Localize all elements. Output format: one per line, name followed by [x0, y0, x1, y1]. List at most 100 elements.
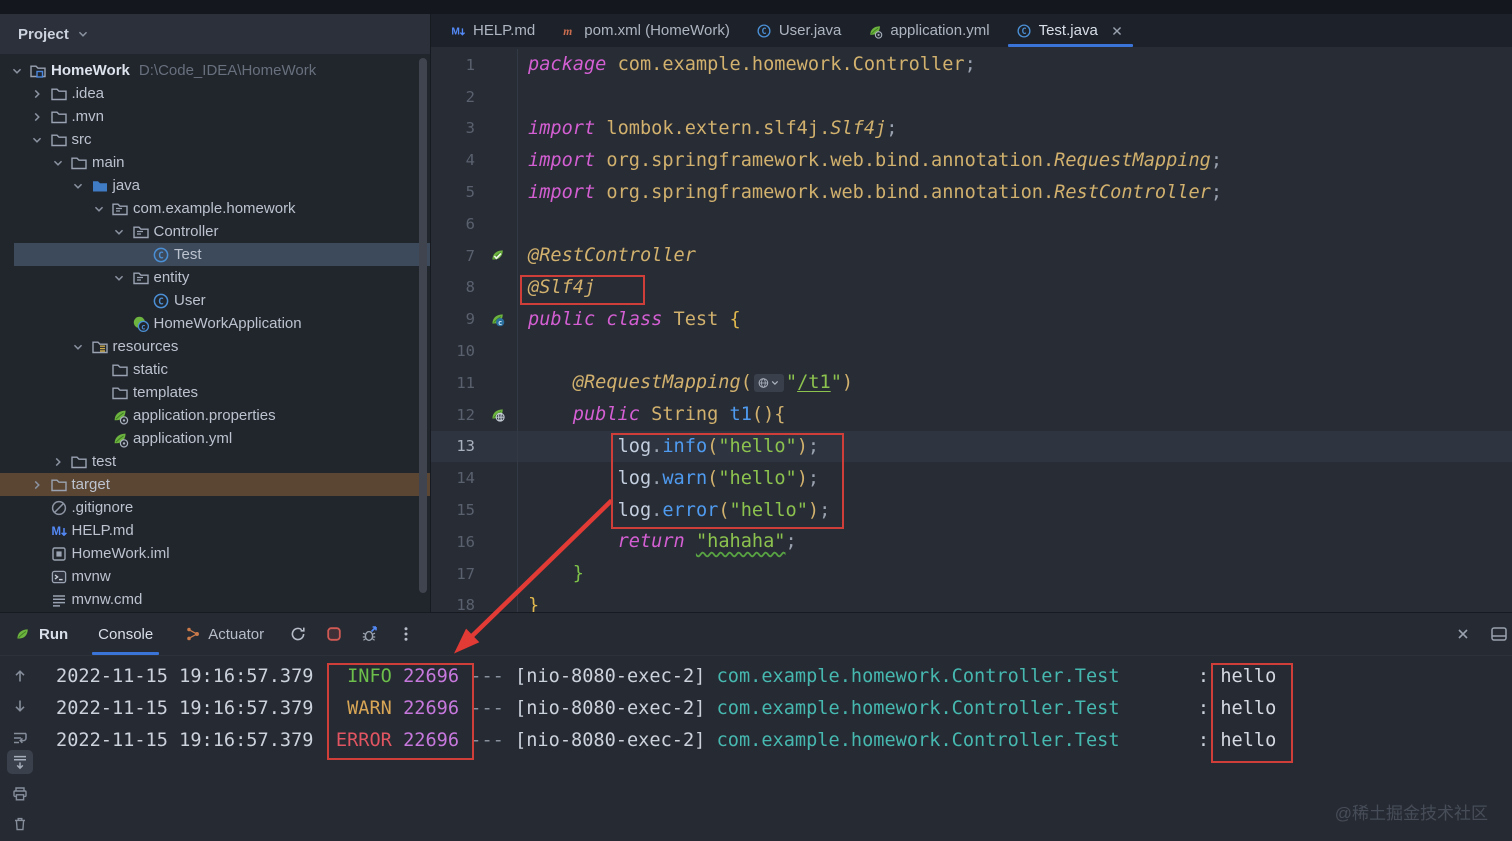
code-line-12[interactable]: 12 public String t1(){	[431, 398, 1512, 431]
scroll-to-end-icon[interactable]	[7, 750, 33, 774]
tree-item-.idea[interactable]: .idea	[0, 82, 430, 105]
code-line-16[interactable]: 16 return "hahaha";	[431, 525, 1512, 558]
chevron-down-icon[interactable]	[88, 201, 109, 217]
editor-tab-User.java[interactable]: C User.java	[743, 14, 855, 47]
close-icon[interactable]	[1109, 23, 1125, 39]
spring-mapping-gutter-icon[interactable]	[477, 406, 517, 423]
chevron-right-icon[interactable]	[27, 477, 48, 493]
code-line-15[interactable]: 15 log. error("hello");	[431, 494, 1512, 526]
code-editor[interactable]: 1 package com.example.homework.Controller…	[431, 47, 1512, 612]
code-line-11[interactable]: 11 @RequestMapping("/t1 ")	[431, 366, 1512, 399]
console-tab-actuator[interactable]: Actuator	[169, 613, 280, 655]
code-line-2[interactable]: 2	[431, 80, 1512, 113]
run-tab[interactable]: Run	[14, 613, 82, 655]
tree-item-java[interactable]: java	[0, 174, 430, 197]
token: warn	[662, 467, 708, 489]
log-message: hello	[1220, 665, 1277, 687]
chevron-right-icon[interactable]	[27, 86, 48, 102]
code-line-text: @Slf4j	[517, 271, 1512, 304]
tree-item-.gitignore[interactable]: .gitignore	[0, 496, 430, 519]
chevron-down-icon[interactable]	[109, 224, 130, 240]
spring-class-gutter-icon[interactable]: c	[477, 311, 517, 328]
code-line-text: log. warn("hello");	[517, 462, 1512, 495]
tree-item-.mvn[interactable]: .mvn	[0, 105, 430, 128]
code-line-3[interactable]: 3 import lombok.extern.slf4j. Slf4j;	[431, 112, 1512, 145]
project-tree-scrollbar[interactable]	[419, 58, 427, 593]
code-line-13[interactable]: 13 log. info("hello");	[431, 430, 1512, 463]
scroll-up-icon[interactable]	[7, 664, 33, 688]
tree-item-application.properties[interactable]: application.properties	[0, 404, 430, 427]
line-number: 2	[465, 87, 475, 106]
spring-bean-gutter-icon[interactable]	[477, 247, 517, 264]
tree-item-HomeWorkApplication[interactable]: c HomeWorkApplication	[0, 312, 430, 335]
line-number: 7	[465, 246, 475, 265]
code-line-9[interactable]: 9 c public class Test {	[431, 303, 1512, 336]
console-log[interactable]: 2022-11-15 19:16:57.379 INFO 22696 --- […	[40, 656, 1512, 841]
clear-icon[interactable]	[7, 812, 33, 836]
tree-item-target[interactable]: target	[0, 473, 430, 496]
code-line-1[interactable]: 1 package com.example.homework.Controller…	[431, 49, 1512, 81]
code-line-7[interactable]: 7 @RestController	[431, 239, 1512, 272]
code-line-18[interactable]: 18}	[431, 589, 1512, 612]
code-line-8[interactable]: 8 @Slf4j	[431, 271, 1512, 304]
line-number: 3	[465, 119, 475, 138]
editor-tab-Test.java[interactable]: C Test.java	[1003, 14, 1138, 47]
editor-tab-HELP.md[interactable]: M HELP.md	[437, 14, 548, 47]
tree-item-mvnw.cmd[interactable]: mvnw.cmd	[0, 588, 430, 611]
print-icon[interactable]	[7, 782, 33, 806]
log-token	[504, 698, 515, 719]
open-in-browser-chip[interactable]	[753, 373, 784, 392]
tree-item-entity[interactable]: entity	[0, 266, 430, 289]
tree-item-Controller[interactable]: Controller	[0, 220, 430, 243]
chevron-down-icon[interactable]	[68, 178, 89, 194]
layout-icon[interactable]	[1484, 619, 1512, 649]
kebab-icon[interactable]	[391, 619, 421, 649]
tree-item-mvnw[interactable]: mvnw	[0, 565, 430, 588]
code-line-6[interactable]: 6	[431, 207, 1512, 240]
tree-item-label: java	[112, 177, 141, 194]
code-line-10[interactable]: 10	[431, 335, 1512, 367]
line-number: 8	[465, 278, 475, 297]
tree-item-HomeWork[interactable]: HomeWork D:\Code_IDEA\HomeWork	[0, 59, 430, 82]
tree-item-static[interactable]: static	[0, 358, 430, 381]
chevron-down-icon[interactable]	[68, 339, 89, 355]
token: org.springframework.web.bind.annotation.	[606, 149, 1055, 171]
editor-tab-application.yml[interactable]: application.yml	[854, 14, 1002, 47]
token: ;	[807, 467, 820, 489]
tree-item-main[interactable]: main	[0, 151, 430, 174]
token: @RequestMapping	[572, 372, 741, 394]
stop-icon[interactable]	[319, 619, 349, 649]
chevron-right-icon[interactable]	[47, 454, 68, 470]
chevron-down-icon[interactable]	[6, 63, 27, 79]
project-view-selector[interactable]: Project	[0, 14, 430, 54]
log-level: INFO	[335, 665, 392, 687]
tree-item-test[interactable]: test	[0, 450, 430, 473]
bug-icon[interactable]	[355, 619, 385, 649]
close-icon[interactable]	[1448, 619, 1478, 649]
tree-item-templates[interactable]: templates	[0, 381, 430, 404]
soft-wrap-icon[interactable]	[7, 726, 33, 750]
tree-item-HELP.md[interactable]: M HELP.md	[0, 519, 430, 542]
tree-item-HomeWork.iml[interactable]: HomeWork.iml	[0, 542, 430, 565]
console-tab-console[interactable]: Console	[82, 613, 169, 655]
log-token	[459, 730, 470, 751]
chevron-right-icon[interactable]	[27, 109, 48, 125]
tree-item-Test[interactable]: C Test	[0, 243, 430, 266]
code-line-5[interactable]: 5 import org.springframework.web.bind.ann…	[431, 176, 1512, 208]
chevron-down-icon[interactable]	[109, 270, 130, 286]
chevron-down-icon[interactable]	[47, 155, 68, 171]
scroll-down-icon[interactable]	[7, 694, 33, 718]
chevron-down-icon[interactable]	[27, 132, 48, 148]
code-line-4[interactable]: 4 import org.springframework.web.bind.ann…	[431, 144, 1512, 177]
log-token	[392, 730, 403, 751]
code-line-14[interactable]: 14 log. warn("hello");	[431, 462, 1512, 495]
spring-config-icon	[109, 430, 131, 448]
code-line-17[interactable]: 17 }	[431, 557, 1512, 590]
editor-tab-pom.xml-HomeWork-[interactable]: m pom.xml (HomeWork)	[548, 14, 743, 47]
tree-item-User[interactable]: C User	[0, 289, 430, 312]
refresh-icon[interactable]	[283, 619, 313, 649]
tree-item-resources[interactable]: resources	[0, 335, 430, 358]
tree-item-application.yml[interactable]: application.yml	[0, 427, 430, 450]
tree-item-src[interactable]: src	[0, 128, 430, 151]
tree-item-com.example.homework[interactable]: com.example.homework	[0, 197, 430, 220]
